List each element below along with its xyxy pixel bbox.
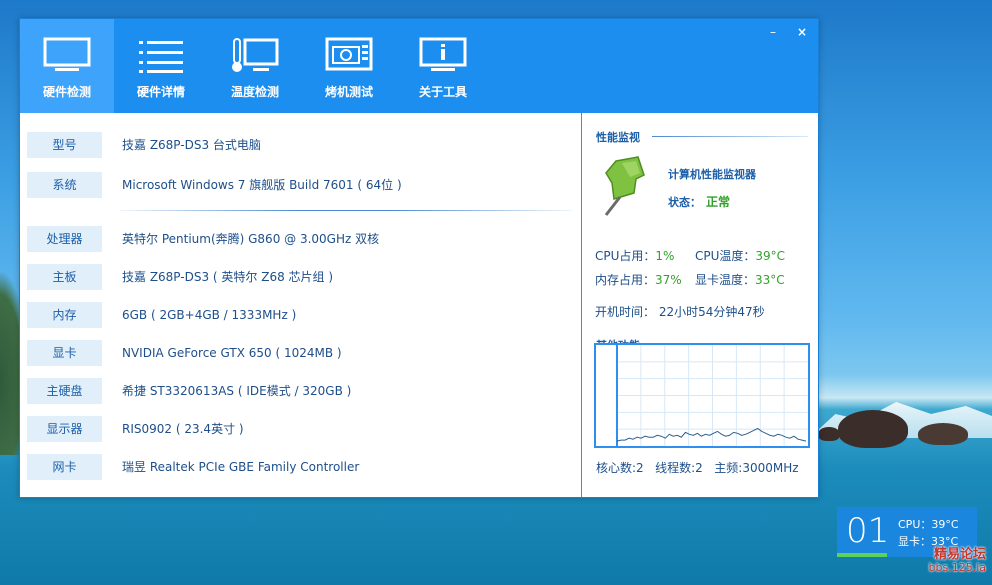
watermark-url: bbs.125.la bbox=[928, 561, 986, 574]
widget-bar bbox=[837, 553, 887, 557]
mem-usage-label: 内存占用： bbox=[595, 273, 656, 287]
rock bbox=[818, 427, 840, 441]
info-row-memory: 内存 6GB ( 2GB+4GB / 1333MHz ) bbox=[20, 302, 581, 328]
gpu-temp-stat: 显卡温度：33°C bbox=[695, 271, 785, 288]
tab-label: 烤机测试 bbox=[324, 85, 373, 99]
section-line bbox=[652, 136, 808, 137]
tab-hardware-details[interactable]: 硬件详情 bbox=[114, 19, 208, 113]
info-key: 系统 bbox=[27, 172, 102, 198]
info-key: 主硬盘 bbox=[27, 378, 102, 404]
cpu-usage-stat: CPU占用：1% bbox=[595, 247, 674, 264]
info-value: 希捷 ST3320613AS ( IDE模式 / 320GB ) bbox=[122, 384, 352, 398]
tab-label: 关于工具 bbox=[418, 85, 467, 99]
info-value: Microsoft Windows 7 旗舰版 Build 7601 ( 64位… bbox=[122, 178, 402, 192]
titlebar: – × 硬件检测 硬件详情 温度检测 烤机测试 关于工具 bbox=[20, 19, 818, 113]
info-key: 处理器 bbox=[27, 226, 102, 252]
status-label: 状态： bbox=[668, 196, 701, 209]
monitor-panel: 性能监视 计算机性能监视器 状态： 正常 CPU占用：1% CPU温度：39°C… bbox=[582, 113, 818, 497]
cpu-temp-stat: CPU温度：39°C bbox=[695, 247, 785, 264]
info-row-gpu: 显卡 NVIDIA GeForce GTX 650 ( 1024MB ) bbox=[20, 340, 581, 366]
thread-count: 线程数:2 bbox=[655, 461, 703, 475]
list-icon bbox=[139, 41, 183, 73]
widget-cpu-temp: CPU：39°C bbox=[898, 518, 959, 531]
mem-usage-value: 37% bbox=[655, 273, 682, 287]
tab-stress-test[interactable]: 烤机测试 bbox=[302, 19, 396, 113]
info-key: 内存 bbox=[27, 302, 102, 328]
gpu-temp-value: 33°C bbox=[755, 273, 785, 287]
lake-rocks bbox=[818, 405, 992, 455]
monitor-title: 计算机性能监视器 bbox=[668, 168, 756, 181]
rock bbox=[838, 410, 908, 448]
info-value: 6GB ( 2GB+4GB / 1333MHz ) bbox=[122, 308, 297, 322]
tab-about[interactable]: 关于工具 bbox=[396, 19, 490, 113]
cpu-temp-label: CPU温度： bbox=[695, 249, 756, 263]
info-row-cpu: 处理器 英特尔 Pentium(奔腾) G860 @ 3.00GHz 双核 bbox=[20, 226, 581, 252]
cpu-specs: 核心数:2 线程数:2 主频:3000MHz bbox=[596, 459, 799, 476]
close-button[interactable]: × bbox=[791, 23, 813, 41]
info-row-disk: 主硬盘 希捷 ST3320613AS ( IDE模式 / 320GB ) bbox=[20, 378, 581, 404]
frequency: 主频:3000MHz bbox=[714, 461, 799, 475]
info-value: RIS0902 ( 23.4英寸 ) bbox=[122, 422, 244, 436]
info-row-model: 型号 技嘉 Z68P-DS3 台式电脑 bbox=[20, 132, 581, 158]
tab-hardware-detect[interactable]: 硬件检测 bbox=[20, 19, 114, 113]
info-key: 网卡 bbox=[27, 454, 102, 480]
info-row-system: 系统 Microsoft Windows 7 旗舰版 Build 7601 ( … bbox=[20, 172, 581, 198]
app-window: – × 硬件检测 硬件详情 温度检测 烤机测试 关于工具 型号 技嘉 Z68P-… bbox=[19, 18, 819, 498]
core-count: 核心数:2 bbox=[596, 461, 644, 475]
info-key: 主板 bbox=[27, 264, 102, 290]
cpu-usage-value: 1% bbox=[655, 249, 675, 263]
cpu-usage-graph bbox=[594, 343, 810, 448]
monitor-icon bbox=[43, 37, 91, 71]
tab-label: 硬件详情 bbox=[136, 85, 185, 99]
info-monitor-icon bbox=[419, 37, 467, 71]
minimize-button[interactable]: – bbox=[762, 23, 784, 41]
info-row-motherboard: 主板 技嘉 Z68P-DS3 ( 英特尔 Z68 芯片组 ) bbox=[20, 264, 581, 290]
cpu-temp-value: 39°C bbox=[755, 249, 786, 263]
info-row-nic: 网卡 瑞昱 Realtek PCIe GBE Family Controller bbox=[20, 454, 581, 480]
tab-temperature[interactable]: 温度检测 bbox=[208, 19, 302, 113]
info-value: 技嘉 Z68P-DS3 台式电脑 bbox=[122, 138, 261, 152]
cpu-usage-label: CPU占用： bbox=[595, 249, 656, 263]
info-value: NVIDIA GeForce GTX 650 ( 1024MB ) bbox=[122, 346, 342, 360]
uptime: 开机时间： 22小时54分钟47秒 bbox=[595, 305, 765, 319]
info-value: 瑞昱 Realtek PCIe GBE Family Controller bbox=[122, 460, 360, 474]
status-value: 正常 bbox=[706, 195, 731, 209]
divider bbox=[120, 210, 572, 211]
graph-canvas bbox=[616, 345, 808, 446]
info-value: 英特尔 Pentium(奔腾) G860 @ 3.00GHz 双核 bbox=[122, 232, 380, 246]
hardware-info-panel: 型号 技嘉 Z68P-DS3 台式电脑 系统 Microsoft Windows… bbox=[20, 113, 581, 497]
rock bbox=[918, 423, 968, 445]
watermark-text: 精易论坛 bbox=[933, 547, 986, 562]
section-title-monitor: 性能监视 bbox=[596, 131, 640, 144]
thermometer-monitor-icon bbox=[232, 38, 279, 72]
tab-label: 温度检测 bbox=[230, 85, 279, 99]
pushpin-icon bbox=[604, 156, 645, 216]
cpu-usage-line bbox=[616, 427, 807, 442]
info-row-display: 显示器 RIS0902 ( 23.4英寸 ) bbox=[20, 416, 581, 442]
info-key: 型号 bbox=[27, 132, 102, 158]
info-value: 技嘉 Z68P-DS3 ( 英特尔 Z68 芯片组 ) bbox=[122, 270, 334, 284]
mem-usage-stat: 内存占用：37% bbox=[595, 271, 682, 288]
gpu-temp-label: 显卡温度： bbox=[695, 273, 756, 287]
tab-label: 硬件检测 bbox=[42, 85, 91, 99]
stress-test-icon bbox=[325, 37, 373, 71]
info-key: 显卡 bbox=[27, 340, 102, 366]
widget-number: 01 bbox=[846, 511, 890, 551]
info-key: 显示器 bbox=[27, 416, 102, 442]
